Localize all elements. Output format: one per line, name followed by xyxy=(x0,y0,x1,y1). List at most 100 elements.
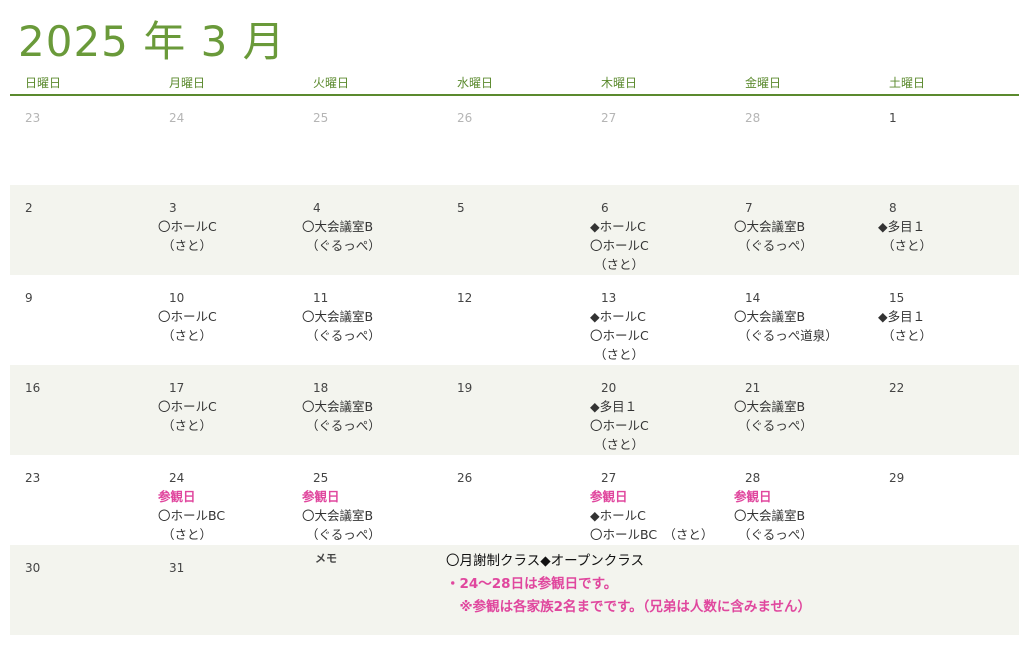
day-number: 21 xyxy=(745,381,761,395)
calendar-day-cell[interactable]: 26 xyxy=(442,455,586,545)
calendar-day-cell[interactable]: 22 xyxy=(874,365,1018,455)
calendar-day-cell[interactable]: 18 〇大会議室B （ぐるっぺ） xyxy=(298,365,442,455)
event-entry: （ぐるっぺ） xyxy=(306,527,381,542)
event-entry: （ぐるっぺ） xyxy=(306,328,381,343)
day-number: 18 xyxy=(313,381,329,395)
event-entry: ◆ホールC xyxy=(590,219,646,234)
event-entry: （ぐるっぺ） xyxy=(738,418,813,433)
day-number: 23 xyxy=(25,471,41,485)
calendar-day-cell[interactable]: 31 xyxy=(154,545,298,635)
weekday-label: 月曜日 xyxy=(169,76,206,90)
calendar-day-cell[interactable]: 14 〇大会議室B （ぐるっぺ道泉） xyxy=(730,275,874,365)
calendar-day-cell[interactable]: 7 〇大会議室B （ぐるっぺ） xyxy=(730,185,874,275)
event-entry: （さと） xyxy=(162,527,213,542)
day-number: 2 xyxy=(25,201,33,215)
day-number: 17 xyxy=(169,381,185,395)
day-number: 19 xyxy=(457,381,473,395)
event-entry: 〇大会議室B xyxy=(302,219,374,234)
calendar-day-cell[interactable]: 20 ◆多目１ 〇ホールC （さと） xyxy=(586,365,730,455)
weekday-label: 日曜日 xyxy=(25,76,62,90)
event-entry: ◆ホールC xyxy=(590,309,646,324)
event-entry: ◆ホールC xyxy=(590,508,646,523)
event-entry: ◆多目１ xyxy=(878,309,926,324)
calendar-day-cell[interactable]: 3 〇ホールC （さと） xyxy=(154,185,298,275)
event-entry: 〇ホールC xyxy=(590,418,649,433)
calendar-day-cell[interactable]: 28 xyxy=(730,95,874,185)
day-number: 9 xyxy=(25,291,33,305)
calendar-day-cell[interactable]: 12 xyxy=(442,275,586,365)
event-entry: （さと） xyxy=(594,257,645,272)
day-number: 26 xyxy=(457,471,473,485)
event-entry: 〇ホールBC （さと） xyxy=(590,527,714,542)
weekday-header: 日曜日 月曜日 火曜日 水曜日 木曜日 金曜日 土曜日 xyxy=(10,74,1019,96)
event-entry: 〇ホールC xyxy=(158,399,217,414)
calendar-day-cell[interactable]: 17 〇ホールC （さと） xyxy=(154,365,298,455)
calendar-day-cell[interactable]: 29 xyxy=(874,455,1018,545)
calendar-day-cell[interactable]: 27 xyxy=(586,95,730,185)
calendar-day-cell[interactable]: 19 xyxy=(442,365,586,455)
day-number: 23 xyxy=(25,111,41,125)
event-entry: （ぐるっぺ） xyxy=(738,238,813,253)
day-number: 6 xyxy=(601,201,609,215)
weekday-label: 土曜日 xyxy=(889,76,926,90)
calendar-day-cell[interactable]: 15 ◆多目１ （さと） xyxy=(874,275,1018,365)
event-entry: （ぐるっぺ） xyxy=(306,238,381,253)
calendar-day-cell[interactable]: 10 〇ホールC （さと） xyxy=(154,275,298,365)
event-entry: （ぐるっぺ） xyxy=(306,418,381,433)
day-number: 10 xyxy=(169,291,185,305)
event-entry: ◆多目１ xyxy=(878,219,926,234)
event-entry: 〇大会議室B xyxy=(302,399,374,414)
calendar-day-cell[interactable]: 27 参観日 ◆ホールC 〇ホールBC （さと） xyxy=(586,455,730,545)
calendar-day-cell[interactable]: 23 xyxy=(10,95,154,185)
event-highlight: 参観日 xyxy=(158,489,196,504)
calendar-day-cell[interactable]: 5 xyxy=(442,185,586,275)
day-number: 1 xyxy=(889,111,897,125)
weekday-label: 金曜日 xyxy=(745,76,782,90)
day-number: 5 xyxy=(457,201,465,215)
event-entry: 〇大会議室B xyxy=(734,399,806,414)
calendar-day-cell[interactable]: 9 xyxy=(10,275,154,365)
day-number: 11 xyxy=(313,291,329,305)
event-entry: 〇大会議室B xyxy=(302,309,374,324)
day-number: 28 xyxy=(745,471,761,485)
calendar-day-cell[interactable]: 23 xyxy=(10,455,154,545)
weekday-label: 火曜日 xyxy=(313,76,350,90)
calendar-day-cell[interactable]: 2 xyxy=(10,185,154,275)
calendar-week: 23 24 参観日 〇ホールBC （さと） 25 参観日 〇大会議室B （ぐるっぺ） 26 27 参観… xyxy=(10,455,1019,545)
calendar-day-cell[interactable]: 25 xyxy=(298,95,442,185)
calendar-day-cell[interactable]: 16 xyxy=(10,365,154,455)
event-entry: 〇ホールC xyxy=(590,328,649,343)
day-number: 24 xyxy=(169,111,185,125)
event-entry: （さと） xyxy=(882,328,933,343)
calendar-day-cell[interactable]: 1 xyxy=(874,95,1018,185)
event-entry: （ぐるっぺ） xyxy=(738,527,813,542)
calendar-day-cell[interactable]: 4 〇大会議室B （ぐるっぺ） xyxy=(298,185,442,275)
event-entry: 〇ホールC xyxy=(590,238,649,253)
day-number: 7 xyxy=(745,201,753,215)
calendar-day-cell[interactable]: 24 xyxy=(154,95,298,185)
memo-line: ※参観は各家族2名までです。（兄弟は人数に含みません） xyxy=(446,599,812,615)
day-number: 16 xyxy=(25,381,41,395)
calendar-day-cell[interactable]: 25 参観日 〇大会議室B （ぐるっぺ） xyxy=(298,455,442,545)
calendar-day-cell[interactable]: 24 参観日 〇ホールBC （さと） xyxy=(154,455,298,545)
calendar-day-cell[interactable]: 21 〇大会議室B （ぐるっぺ） xyxy=(730,365,874,455)
day-number: 4 xyxy=(313,201,321,215)
day-number: 14 xyxy=(745,291,761,305)
event-entry: （さと） xyxy=(162,238,213,253)
calendar-week: 23 24 25 26 27 28 1 xyxy=(10,95,1019,185)
calendar-day-cell[interactable]: 28 参観日 〇大会議室B （ぐるっぺ） xyxy=(730,455,874,545)
calendar-day-cell[interactable]: 26 xyxy=(442,95,586,185)
day-number: 27 xyxy=(601,111,617,125)
day-number: 28 xyxy=(745,111,761,125)
event-entry: 〇大会議室B xyxy=(734,508,806,523)
day-number: 25 xyxy=(313,471,329,485)
calendar-day-cell[interactable]: 30 xyxy=(10,545,154,635)
event-entry: （さと） xyxy=(594,437,645,452)
calendar-day-cell[interactable]: 11 〇大会議室B （ぐるっぺ） xyxy=(298,275,442,365)
day-number: 30 xyxy=(25,561,41,575)
calendar-day-cell[interactable]: 13 ◆ホールC 〇ホールC （さと） xyxy=(586,275,730,365)
event-entry: 〇大会議室B xyxy=(734,309,806,324)
calendar-day-cell[interactable]: 6 ◆ホールC 〇ホールC （さと） xyxy=(586,185,730,275)
calendar-day-cell[interactable]: 8 ◆多目１ （さと） xyxy=(874,185,1018,275)
day-number: 3 xyxy=(169,201,177,215)
